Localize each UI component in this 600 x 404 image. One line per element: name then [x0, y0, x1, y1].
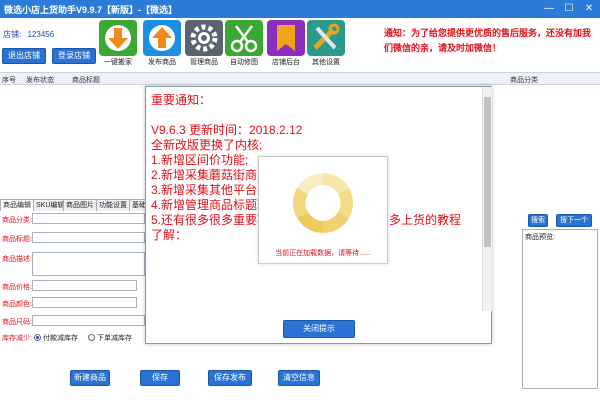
save-button[interactable]: 保存: [140, 370, 180, 386]
tool-one-click-move[interactable]: 一键搬家: [98, 20, 138, 67]
price-field[interactable]: [32, 280, 137, 291]
tool-store-backend[interactable]: 店铺后台: [266, 20, 306, 67]
save-publish-button[interactable]: 保存发布: [208, 370, 252, 386]
radio-pay-reduce[interactable]: 付款减库存: [34, 333, 78, 343]
close-icon[interactable]: ✕: [580, 2, 598, 16]
notice-line: 重要通知：: [151, 93, 212, 107]
search-next-button[interactable]: 搜下一个: [556, 214, 592, 227]
color-label: 商品颜色:: [2, 301, 32, 308]
tab-function-settings[interactable]: 功能设置: [96, 199, 130, 211]
loading-spinner-icon: [292, 173, 354, 233]
wechat-notice: 通知：为了给您提供更优质的售后服务，还没有加我们微信的亲，请及时加微信！: [384, 28, 592, 53]
loading-text: 当前正在加载数据，请等待......: [275, 250, 371, 257]
tool-label: 管理商品: [190, 59, 218, 66]
tab-product-edit[interactable]: 商品编辑: [0, 199, 34, 211]
radio-order-reduce[interactable]: 下单减库存: [88, 333, 132, 343]
tool-auto-edit[interactable]: 自动修图: [224, 20, 264, 67]
tool-other-settings[interactable]: 其他设置: [306, 20, 346, 67]
store-number: 123456: [27, 30, 55, 39]
preview-label: 商品预览:: [525, 234, 555, 241]
desc-label: 商品描述:: [2, 256, 32, 263]
close-notice-button[interactable]: 关闭提示: [283, 320, 355, 338]
scrollbar-thumb[interactable]: [484, 97, 491, 247]
description-field[interactable]: [32, 252, 145, 276]
column-status[interactable]: 发布状态: [26, 75, 54, 85]
loading-dialog: 当前正在加载数据，请等待......: [258, 156, 388, 264]
window-title: 微选小店上货助手V9.9.7【新版】-【微选】: [4, 5, 178, 15]
tool-publish[interactable]: 发布商品: [142, 20, 182, 67]
radio-order-label: 下单减库存: [97, 335, 132, 342]
notice-line: 全新改版更换了内核;: [151, 138, 263, 152]
tool-label: 发布商品: [148, 59, 176, 66]
tool-label: 店铺后台: [272, 59, 300, 66]
notice-line: V9.6.3 更新时间：2018.2.12: [151, 123, 303, 137]
tab-product-images[interactable]: 商品图片: [63, 199, 97, 211]
column-index[interactable]: 序号: [2, 75, 16, 85]
column-category[interactable]: 商品分类: [510, 75, 538, 85]
radio-dot: [34, 334, 41, 341]
category-field[interactable]: [32, 213, 145, 224]
clear-info-button[interactable]: 清空信息: [278, 370, 320, 386]
tool-manage[interactable]: 管理商品: [184, 20, 224, 67]
title-bar: 微选小店上货助手V9.9.7【新版】-【微选】 — ☐ ✕: [0, 0, 600, 18]
size-field[interactable]: [32, 315, 145, 326]
tools-icon: [307, 20, 345, 56]
store-info: 店铺: 123456: [3, 29, 54, 40]
color-field[interactable]: [32, 297, 137, 308]
scissors-icon: [225, 20, 263, 56]
radio-pay-label: 付款减库存: [43, 335, 78, 342]
tool-label: 自动修图: [230, 59, 258, 66]
title-field[interactable]: [32, 232, 145, 243]
upload-icon: [143, 20, 181, 56]
size-label: 商品尺码:: [2, 319, 32, 326]
title-label: 商品标题:: [2, 236, 32, 243]
search-button[interactable]: 搜索: [528, 214, 548, 227]
gear-icon: [185, 20, 223, 56]
store-label: 店铺:: [3, 30, 22, 39]
product-preview-panel: 商品预览:: [522, 229, 598, 389]
bookmark-icon: [267, 20, 305, 56]
download-icon: [99, 20, 137, 56]
radio-dot: [88, 334, 95, 341]
tool-label: 其他设置: [312, 59, 340, 66]
header: 店铺: 123456 退出店铺 登录店铺 一键搬家 发布商品 管理商品 自动修图…: [0, 18, 600, 72]
minimize-icon[interactable]: —: [540, 2, 558, 16]
new-product-button[interactable]: 新建商品: [70, 370, 110, 386]
column-title[interactable]: 商品标题: [72, 75, 100, 85]
stock-label: 库存减少:: [2, 335, 32, 342]
notice-line: [151, 108, 476, 123]
product-table-header: 序号 发布状态 商品标题 商品分类: [0, 72, 600, 85]
maximize-icon[interactable]: ☐: [560, 2, 578, 16]
notice-scrollbar[interactable]: [482, 87, 492, 311]
tool-label: 一键搬家: [104, 59, 132, 66]
login-store-button[interactable]: 登录店铺: [52, 48, 96, 64]
logout-store-button[interactable]: 退出店铺: [2, 48, 46, 64]
category-label: 商品分类:: [2, 217, 32, 224]
price-label: 商品价格:: [2, 284, 32, 291]
